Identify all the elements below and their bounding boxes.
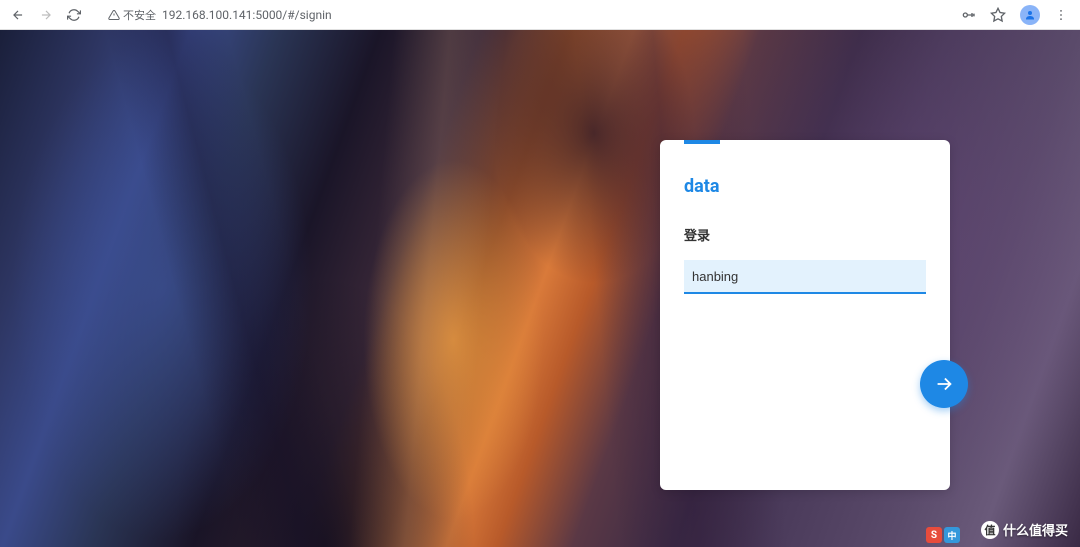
login-heading: 登录 [684, 225, 926, 244]
browser-right-icons [960, 5, 1072, 25]
ime-indicator: S 中 [926, 527, 960, 543]
page-content: data 登录 S 中 值 什么值得买 [0, 30, 1080, 547]
profile-button[interactable] [1020, 5, 1040, 25]
submit-button[interactable] [920, 360, 968, 408]
bookmark-star-icon[interactable] [990, 7, 1006, 23]
url-text: 192.168.100.141:5000/#/signin [162, 8, 332, 22]
security-badge: 不安全 [108, 7, 156, 23]
security-label: 不安全 [123, 7, 156, 23]
watermark-text: 什么值得买 [1003, 520, 1068, 539]
menu-dots-icon[interactable] [1054, 8, 1068, 22]
ime-badge-sogou[interactable]: S [926, 527, 942, 543]
watermark-logo: 值 [981, 521, 999, 539]
nav-forward-button[interactable] [36, 5, 56, 25]
ime-badge-lang[interactable]: 中 [944, 527, 960, 543]
watermark: 值 什么值得买 [981, 520, 1068, 539]
login-card: data 登录 [660, 140, 950, 490]
nav-reload-button[interactable] [64, 5, 84, 25]
password-icon[interactable] [960, 7, 976, 23]
brand-title: data [684, 176, 926, 197]
warning-icon [108, 9, 120, 21]
username-input[interactable] [684, 260, 926, 294]
browser-toolbar: 不安全 192.168.100.141:5000/#/signin [0, 0, 1080, 30]
tab-indicator [684, 140, 720, 144]
arrow-right-icon [933, 373, 955, 395]
address-bar[interactable]: 不安全 192.168.100.141:5000/#/signin [100, 4, 952, 26]
nav-back-button[interactable] [8, 5, 28, 25]
